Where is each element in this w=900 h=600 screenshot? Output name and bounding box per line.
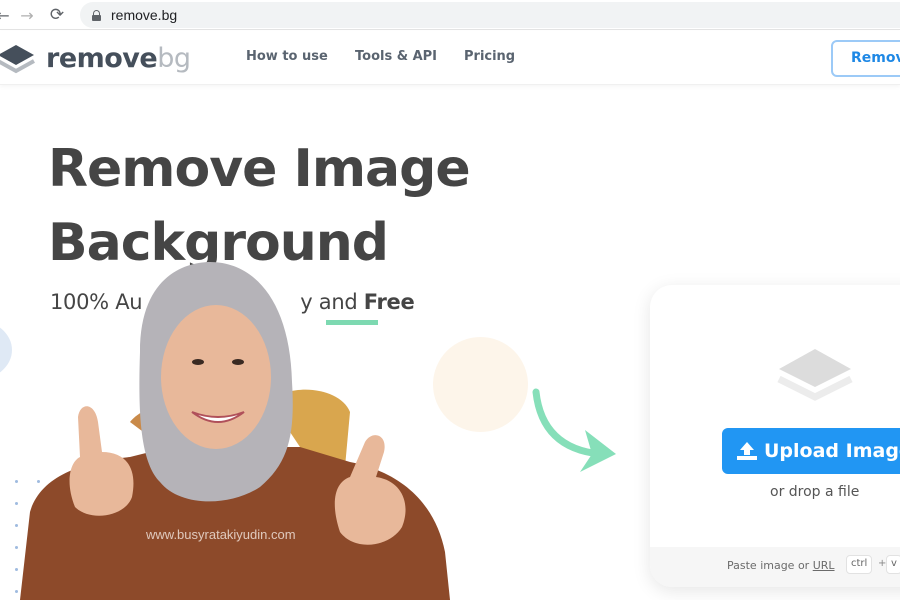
site-header: removebg How to use Tools & API Pricing … [0, 31, 900, 85]
watermark: www.busyratakiyudin.com [146, 527, 296, 542]
logo-text: removebg [46, 42, 191, 74]
drop-file-text: or drop a file [770, 484, 860, 500]
upload-card: Upload Image or drop a file Paste image … [650, 285, 900, 587]
forward-button[interactable]: → [16, 4, 38, 26]
kbd-ctrl: ctrl [846, 555, 873, 574]
back-button[interactable]: ← [0, 4, 14, 26]
face [161, 305, 271, 449]
hero-title: Remove Image Background [48, 132, 471, 280]
arrow-right-icon: → [20, 5, 34, 25]
dot [15, 590, 18, 593]
dot [15, 524, 18, 527]
paste-prefix: Paste image or [727, 559, 813, 572]
paste-hint: Paste image or URL [727, 559, 835, 572]
dot [15, 568, 18, 571]
paste-url-link[interactable]: URL [813, 559, 835, 572]
nav-how-to-use[interactable]: How to use [246, 49, 328, 64]
dot [15, 480, 18, 483]
reload-icon: ⟳ [49, 5, 65, 25]
reload-button[interactable]: ⟳ [46, 4, 68, 26]
dot [15, 546, 18, 549]
remove-background-button[interactable]: Remove [831, 40, 900, 77]
upload-button-label: Upload Image [764, 440, 900, 462]
logo[interactable]: removebg [0, 41, 191, 75]
upload-card-footer: Paste image or URL ctrl + v [650, 547, 900, 587]
url-text: remove.bg [111, 7, 178, 23]
nav-pricing[interactable]: Pricing [464, 49, 515, 64]
address-bar[interactable]: remove.bg [80, 2, 900, 28]
arrow-left-icon: ← [0, 5, 10, 25]
dot [15, 502, 18, 505]
kbd-v: v [886, 555, 900, 574]
upload-icon [737, 442, 757, 460]
curved-arrow-icon [532, 388, 616, 472]
left-thumbs-up [69, 406, 134, 516]
layers-logo-icon [0, 45, 35, 74]
upload-image-button[interactable]: Upload Image [722, 428, 900, 474]
lock-icon [92, 9, 101, 21]
nav-tools-api[interactable]: Tools & API [355, 49, 437, 64]
person-photo [20, 262, 450, 600]
hero-title-line-1: Remove Image [48, 139, 471, 199]
browser-toolbar: ← → ⟳ remove.bg [0, 0, 900, 30]
decorative-circle [0, 320, 12, 380]
layers-icon [777, 349, 853, 401]
